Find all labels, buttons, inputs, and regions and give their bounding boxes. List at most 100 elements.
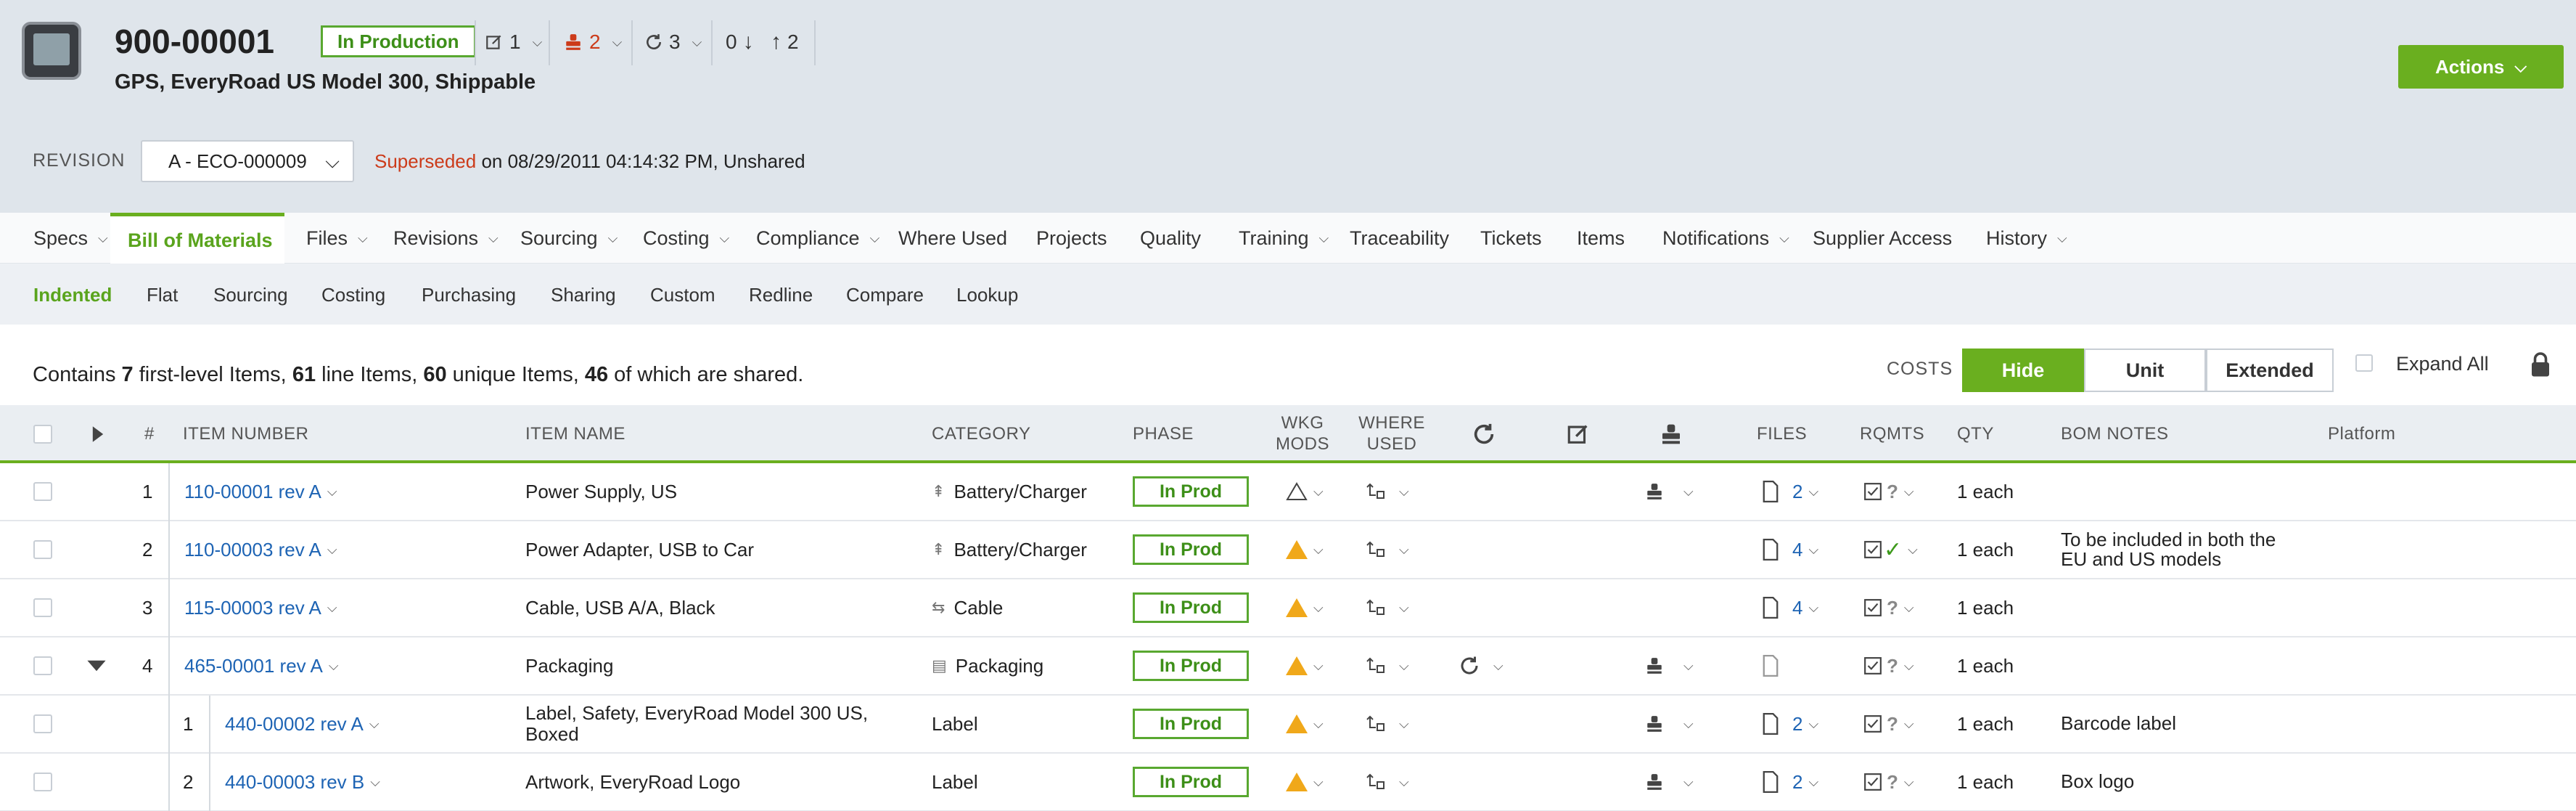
- approvals-counter[interactable]: 2 ⌵: [563, 26, 622, 58]
- costs-unit-button[interactable]: Unit: [2084, 349, 2206, 392]
- costs-extended-button[interactable]: Extended: [2206, 349, 2334, 392]
- bom-notes: Box logo: [2061, 754, 2134, 810]
- subtab-compare[interactable]: Compare: [846, 284, 924, 306]
- files-dropdown[interactable]: 4 ⌵: [1762, 521, 1818, 578]
- wkg-mods-dropdown[interactable]: ⌵: [1286, 463, 1324, 520]
- where-used-down-counter[interactable]: 0 ↓: [726, 26, 754, 58]
- expand-all-checkbox[interactable]: [2355, 354, 2373, 372]
- category: ⇞ Battery/Charger: [932, 463, 1087, 520]
- requirements-dropdown[interactable]: ? ⌵: [1863, 754, 1914, 810]
- wkg-mods-dropdown[interactable]: ⌵: [1286, 521, 1324, 578]
- revisions-dropdown[interactable]: ⌵: [1459, 637, 1504, 694]
- tab-label: Specs: [33, 227, 89, 249]
- approvals-dropdown[interactable]: ⌵: [1644, 637, 1694, 694]
- tab-items[interactable]: Items: [1577, 213, 1625, 264]
- row-checkbox[interactable]: [33, 696, 52, 752]
- lock-icon[interactable]: [2530, 351, 2551, 378]
- table-row[interactable]: 2 110-00003 rev A ⌵ Power Adapter, USB to…: [0, 521, 2576, 579]
- tab-projects[interactable]: Projects: [1036, 213, 1107, 264]
- subtab-flat[interactable]: Flat: [147, 284, 178, 306]
- expand-all-triangle-icon[interactable]: [91, 405, 104, 463]
- requirements-dropdown[interactable]: ? ⌵: [1863, 696, 1914, 752]
- approvals-dropdown[interactable]: ⌵: [1644, 754, 1694, 810]
- item-thumbnail[interactable]: [22, 22, 81, 80]
- tab-history[interactable]: History ⌵: [1986, 213, 2067, 264]
- where-used-dropdown[interactable]: ⌵: [1366, 696, 1409, 752]
- file-icon: [1763, 771, 1779, 793]
- table-row[interactable]: 3 115-00003 rev A ⌵ Cable, USB A/A, Black…: [0, 579, 2576, 637]
- wkg-mods-dropdown[interactable]: ⌵: [1286, 754, 1324, 810]
- subtab-sourcing[interactable]: Sourcing: [213, 284, 288, 306]
- where-used-up-counter[interactable]: ↑ 2: [771, 26, 799, 58]
- row-checkbox[interactable]: [33, 463, 52, 520]
- select-all-checkbox[interactable]: [33, 405, 52, 463]
- tab-costing[interactable]: Costing ⌵: [643, 213, 729, 264]
- wkg-mods-dropdown[interactable]: ⌵: [1286, 579, 1324, 636]
- subtab-indented[interactable]: Indented: [33, 284, 112, 306]
- item-number-link[interactable]: 110-00003 rev A ⌵: [184, 521, 337, 578]
- files-dropdown[interactable]: 2 ⌵: [1762, 754, 1818, 810]
- approvals-dropdown[interactable]: ⌵: [1644, 696, 1694, 752]
- tab-tickets[interactable]: Tickets: [1480, 213, 1542, 264]
- item-name: Power Adapter, USB to Car: [525, 521, 754, 578]
- where-used-dropdown[interactable]: ⌵: [1366, 754, 1409, 810]
- subtab-custom[interactable]: Custom: [650, 284, 715, 306]
- wkg-mods-dropdown[interactable]: ⌵: [1286, 696, 1324, 752]
- tab-training[interactable]: Training ⌵: [1239, 213, 1329, 264]
- subtab-sharing[interactable]: Sharing: [551, 284, 616, 306]
- tab-supplier-access[interactable]: Supplier Access: [1813, 213, 1952, 264]
- where-used-dropdown[interactable]: ⌵: [1366, 637, 1409, 694]
- tab-notifications[interactable]: Notifications ⌵: [1662, 213, 1789, 264]
- costs-hide-button[interactable]: Hide: [1962, 349, 2084, 392]
- row-checkbox[interactable]: [33, 579, 52, 636]
- col-phase[interactable]: PHASE: [1133, 405, 1194, 463]
- approvals-dropdown[interactable]: ⌵: [1644, 463, 1694, 520]
- table-row[interactable]: 4 465-00001 rev A ⌵ Packaging ▤ Packaging …: [0, 637, 2576, 696]
- subtab-purchasing[interactable]: Purchasing: [422, 284, 516, 306]
- files-dropdown[interactable]: 4 ⌵: [1762, 579, 1818, 636]
- tab-traceability[interactable]: Traceability: [1350, 213, 1449, 264]
- files-count: 4: [1792, 596, 1803, 619]
- tab-revisions[interactable]: Revisions ⌵: [393, 213, 499, 264]
- tab-files[interactable]: Files ⌵: [306, 213, 368, 264]
- requirements-dropdown[interactable]: ? ⌵: [1863, 637, 1914, 694]
- requirements-dropdown[interactable]: ✓ ⌵: [1863, 521, 1918, 578]
- subtab-costing[interactable]: Costing: [321, 284, 385, 306]
- table-row[interactable]: 1 110-00001 rev A ⌵ Power Supply, US ⇞ Bat…: [0, 463, 2576, 521]
- row-checkbox[interactable]: [33, 754, 52, 810]
- where-used-dropdown[interactable]: ⌵: [1366, 579, 1409, 636]
- wkg-mods-dropdown[interactable]: ⌵: [1286, 637, 1324, 694]
- col-item-name[interactable]: ITEM NAME: [525, 405, 625, 463]
- table-row[interactable]: 2 440-00003 rev B ⌵ Artwork, EveryRoad Lo…: [0, 754, 2576, 811]
- item-number-link[interactable]: 465-00001 rev A ⌵: [184, 637, 338, 694]
- files-dropdown[interactable]: [1762, 637, 1779, 694]
- item-number-link[interactable]: 440-00002 rev A ⌵: [225, 696, 379, 752]
- tab-compliance[interactable]: Compliance ⌵: [756, 213, 879, 264]
- where-used-dropdown[interactable]: ⌵: [1366, 463, 1409, 520]
- tab-where-used[interactable]: Where Used: [898, 213, 1007, 264]
- item-number-link[interactable]: 115-00003 rev A ⌵: [184, 579, 337, 636]
- requirements-dropdown[interactable]: ? ⌵: [1863, 463, 1914, 520]
- files-dropdown[interactable]: 2 ⌵: [1762, 463, 1818, 520]
- tab-sourcing[interactable]: Sourcing ⌵: [520, 213, 618, 264]
- subtab-redline[interactable]: Redline: [749, 284, 813, 306]
- where-used-dropdown[interactable]: ⌵: [1366, 521, 1409, 578]
- subtab-lookup[interactable]: Lookup: [956, 284, 1018, 306]
- requirements-dropdown[interactable]: ? ⌵: [1863, 579, 1914, 636]
- table-row[interactable]: 1 440-00002 rev A ⌵ Label, Safety, EveryR…: [0, 696, 2576, 754]
- col-item-number[interactable]: ITEM NUMBER: [183, 405, 309, 463]
- tab-specs[interactable]: Specs ⌵: [33, 213, 108, 264]
- files-dropdown[interactable]: 2 ⌵: [1762, 696, 1818, 752]
- revision-select[interactable]: A - ECO-000009 ⌵: [141, 140, 354, 182]
- tab-quality[interactable]: Quality: [1140, 213, 1201, 264]
- revisions-counter[interactable]: 3 ⌵: [644, 26, 702, 58]
- row-checkbox[interactable]: [33, 637, 52, 694]
- item-number-link[interactable]: 110-00001 rev A ⌵: [184, 463, 337, 520]
- actions-button[interactable]: Actions ⌵: [2398, 45, 2564, 89]
- changes-counter[interactable]: 1 ⌵: [485, 26, 542, 58]
- tab-bill-of-materials[interactable]: Bill of Materials: [110, 213, 284, 264]
- item-number-link[interactable]: 440-00003 rev B ⌵: [225, 754, 380, 810]
- col-category[interactable]: CATEGORY: [932, 405, 1030, 463]
- row-checkbox[interactable]: [33, 521, 52, 578]
- collapse-triangle-icon[interactable]: [87, 637, 106, 694]
